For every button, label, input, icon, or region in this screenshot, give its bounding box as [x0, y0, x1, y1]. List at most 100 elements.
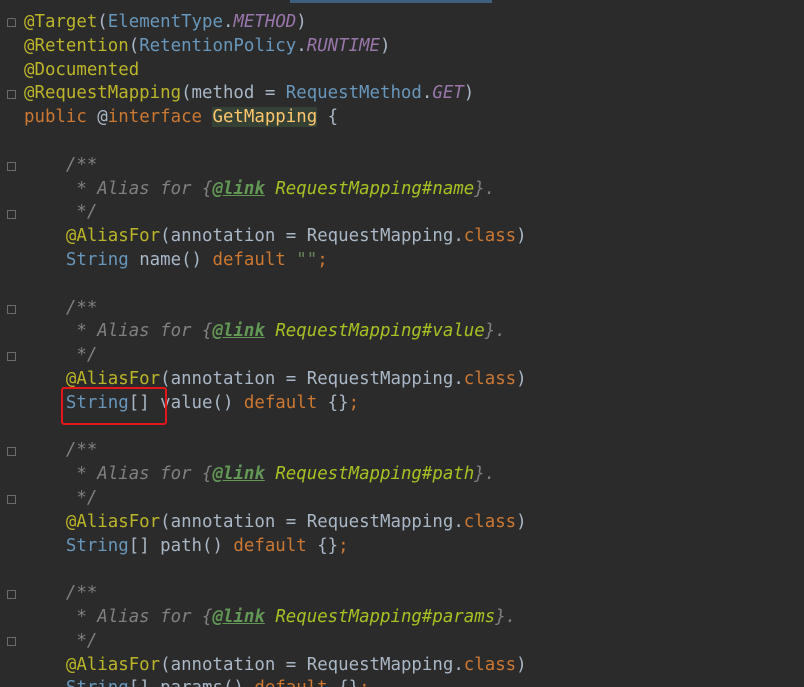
code-token: {}: [327, 392, 349, 413]
code-token: @Retention: [24, 35, 129, 56]
code-token: RequestMapping: [306, 226, 454, 247]
code-token: String: [66, 678, 129, 687]
code-token: */: [24, 630, 98, 651]
code-token: ): [380, 35, 391, 56]
code-token: name(): [128, 250, 213, 270]
code-token: RequestMethod: [285, 83, 422, 104]
code-line[interactable]: /**: [24, 154, 97, 178]
code-line[interactable]: @RequestMapping(method = RequestMethod.G…: [24, 82, 474, 106]
editor-gutter: [0, 0, 22, 687]
fold-marker-icon[interactable]: [7, 352, 16, 361]
code-line[interactable]: * Alias for {@link RequestMapping#name}.: [24, 178, 495, 202]
code-token: /**: [24, 583, 98, 604]
code-token: @RequestMapping: [24, 83, 182, 104]
code-token: .: [421, 83, 433, 104]
fold-marker-icon[interactable]: [7, 590, 16, 599]
code-token: @link: [212, 464, 265, 485]
fold-marker-icon[interactable]: [7, 162, 16, 171]
code-line[interactable]: /**: [24, 582, 97, 606]
code-line[interactable]: @AliasFor(annotation = RequestMapping.cl…: [24, 511, 527, 535]
code-token: ;: [348, 392, 360, 413]
code-token: @AliasFor: [24, 226, 161, 247]
code-token: @link: [212, 607, 265, 627]
code-line[interactable]: String name() default "";: [24, 249, 328, 273]
code-line[interactable]: */: [24, 630, 97, 654]
code-token: @Target: [24, 12, 98, 32]
code-token: RequestMapping: [306, 369, 454, 389]
code-token: RequestMapping#name: [275, 178, 475, 199]
scroll-position-marker: [290, 0, 492, 3]
code-token: [] params(): [129, 678, 255, 687]
code-line[interactable]: @Target(ElementType.METHOD): [24, 11, 307, 35]
fold-marker-icon[interactable]: [7, 495, 16, 504]
code-token: "": [296, 250, 318, 270]
code-line[interactable]: * Alias for {@link RequestMapping#value}…: [24, 320, 506, 344]
code-token: default: [243, 392, 328, 413]
fold-marker-icon[interactable]: [7, 637, 16, 646]
code-token: class: [463, 511, 517, 532]
code-token: (annotation =: [160, 511, 307, 532]
code-token: .: [453, 511, 464, 532]
code-token: RequestMapping: [306, 511, 454, 532]
code-token: * Alias for {: [24, 607, 213, 627]
code-token: ): [463, 83, 475, 104]
code-line[interactable]: */: [24, 487, 97, 511]
code-token: interface: [107, 107, 213, 128]
code-line[interactable]: * Alias for {@link RequestMapping#path}.: [24, 463, 495, 487]
fold-marker-icon[interactable]: [7, 210, 16, 219]
code-line[interactable]: @Retention(RetentionPolicy.RUNTIME): [24, 35, 391, 59]
code-line[interactable]: /**: [24, 439, 97, 463]
code-line[interactable]: @AliasFor(annotation = RequestMapping.cl…: [24, 654, 527, 678]
code-token: (method =: [181, 83, 286, 104]
code-token: }.: [474, 178, 496, 199]
code-token: (annotation =: [160, 369, 307, 389]
code-token: RequestMapping#value: [275, 321, 485, 342]
code-token: */: [24, 202, 98, 223]
code-line[interactable]: @AliasFor(annotation = RequestMapping.cl…: [24, 225, 527, 249]
code-token: ): [516, 369, 527, 389]
code-token: RequestMapping#params: [275, 607, 496, 627]
code-token: ;: [317, 250, 328, 270]
code-token: }.: [495, 607, 517, 627]
fold-marker-icon[interactable]: [7, 447, 16, 456]
code-line[interactable]: String[] params() default {};: [24, 677, 370, 687]
code-token: {}: [317, 535, 339, 556]
code-token: class: [463, 369, 517, 389]
code-token: .: [296, 35, 307, 56]
code-token: ;: [359, 678, 369, 687]
code-token: * Alias for {: [24, 178, 213, 199]
code-line[interactable]: @Documented: [24, 59, 139, 83]
fold-marker-icon[interactable]: [7, 305, 16, 314]
code-line[interactable]: String[] path() default {};: [24, 535, 349, 559]
fold-marker-icon[interactable]: [7, 90, 16, 99]
code-token: }.: [484, 321, 506, 342]
code-line[interactable]: public @interface GetMapping {: [24, 106, 338, 130]
code-token: }.: [474, 464, 496, 485]
code-token: (: [128, 35, 140, 56]
code-token: RetentionPolicy: [139, 35, 297, 56]
code-line[interactable]: /**: [24, 297, 97, 321]
code-token: String: [65, 250, 129, 270]
code-editor[interactable]: @Target(ElementType.METHOD) @Retention(Re…: [0, 0, 804, 687]
code-token: .: [222, 12, 234, 32]
code-token: ): [516, 511, 527, 532]
code-token: @AliasFor: [24, 511, 161, 532]
code-token: ): [516, 226, 527, 247]
code-token: .: [453, 654, 464, 675]
code-token: ElementType: [107, 12, 223, 32]
code-token: default: [233, 535, 318, 556]
code-token: String: [65, 535, 129, 556]
code-token: ): [296, 12, 307, 32]
code-token: [] path(): [128, 535, 234, 556]
code-line[interactable]: * Alias for {@link RequestMapping#params…: [24, 606, 516, 630]
code-line[interactable]: */: [24, 344, 97, 368]
code-line[interactable]: */: [24, 201, 97, 225]
fold-marker-icon[interactable]: [7, 18, 16, 27]
code-token: GetMapping: [212, 107, 318, 128]
code-token: * Alias for {: [24, 464, 213, 485]
code-token: ;: [338, 535, 349, 556]
code-token: ): [516, 654, 527, 675]
